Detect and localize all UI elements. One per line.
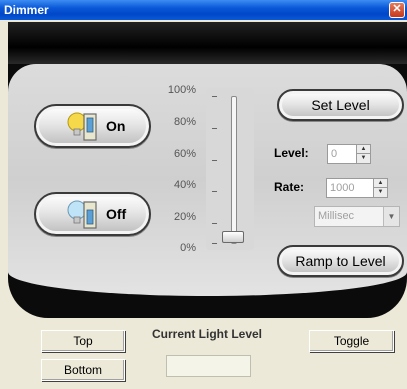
bulb-on-icon — [67, 112, 97, 141]
slider-tick — [212, 191, 217, 192]
on-button[interactable]: On — [34, 104, 151, 148]
scale-label-60: 60% — [173, 148, 196, 160]
rate-unit-value: Millisec — [318, 210, 355, 222]
window-title: Dimmer — [4, 3, 49, 17]
slider-background — [206, 88, 254, 250]
slider-tick — [212, 243, 217, 244]
spin-down-icon[interactable]: ▼ — [357, 154, 370, 163]
slider-tick — [212, 128, 217, 129]
bottom-button[interactable]: Bottom — [41, 359, 125, 381]
scale-label-80: 80% — [173, 116, 196, 128]
scale-label-100: 100% — [167, 84, 196, 96]
set-level-button[interactable]: Set Level — [277, 89, 404, 121]
level-spinner[interactable]: ▲ ▼ — [356, 145, 370, 163]
off-button[interactable]: Off — [34, 192, 151, 236]
spin-up-icon[interactable]: ▲ — [374, 179, 387, 188]
toggle-button-label: Toggle — [333, 334, 370, 348]
toggle-button[interactable]: Toggle — [309, 330, 394, 352]
current-light-level-display — [166, 355, 251, 377]
scale-label-40: 40% — [173, 179, 196, 191]
set-level-label: Set Level — [311, 97, 370, 113]
dropdown-arrow-icon[interactable]: ▼ — [383, 207, 399, 226]
level-label: Level: — [274, 146, 309, 160]
rate-label: Rate: — [274, 180, 305, 194]
panel-header — [8, 22, 407, 64]
ramp-to-level-label: Ramp to Level — [295, 253, 386, 269]
slider-tick — [212, 223, 217, 224]
title-bar: Dimmer ✕ — [0, 0, 407, 20]
level-input[interactable]: 0 ▲ ▼ — [327, 144, 371, 164]
close-button[interactable]: ✕ — [389, 2, 405, 18]
close-icon: ✕ — [392, 3, 402, 15]
level-value: 0 — [331, 148, 338, 160]
scale-label-20: 20% — [173, 211, 196, 223]
spin-down-icon[interactable]: ▼ — [374, 188, 387, 197]
current-light-level-label: Current Light Level — [152, 327, 263, 341]
slider-tick — [212, 96, 217, 97]
ramp-to-level-button[interactable]: Ramp to Level — [277, 245, 404, 277]
rate-value: 1000 — [330, 182, 355, 194]
scale-label-0: 0% — [180, 242, 196, 254]
off-button-label: Off — [106, 206, 127, 222]
level-slider-thumb[interactable] — [222, 231, 244, 243]
bulb-off-icon — [67, 200, 97, 229]
rate-input[interactable]: 1000 ▲ ▼ — [326, 178, 388, 198]
rate-unit-select[interactable]: Millisec ▼ — [314, 206, 400, 227]
top-button[interactable]: Top — [41, 330, 125, 352]
rate-spinner[interactable]: ▲ ▼ — [373, 179, 387, 197]
slider-tick — [212, 160, 217, 161]
top-button-label: Top — [73, 334, 93, 348]
level-slider-track[interactable] — [231, 96, 237, 244]
bottom-button-label: Bottom — [63, 363, 102, 377]
on-button-label: On — [106, 118, 126, 134]
spin-up-icon[interactable]: ▲ — [357, 145, 370, 154]
